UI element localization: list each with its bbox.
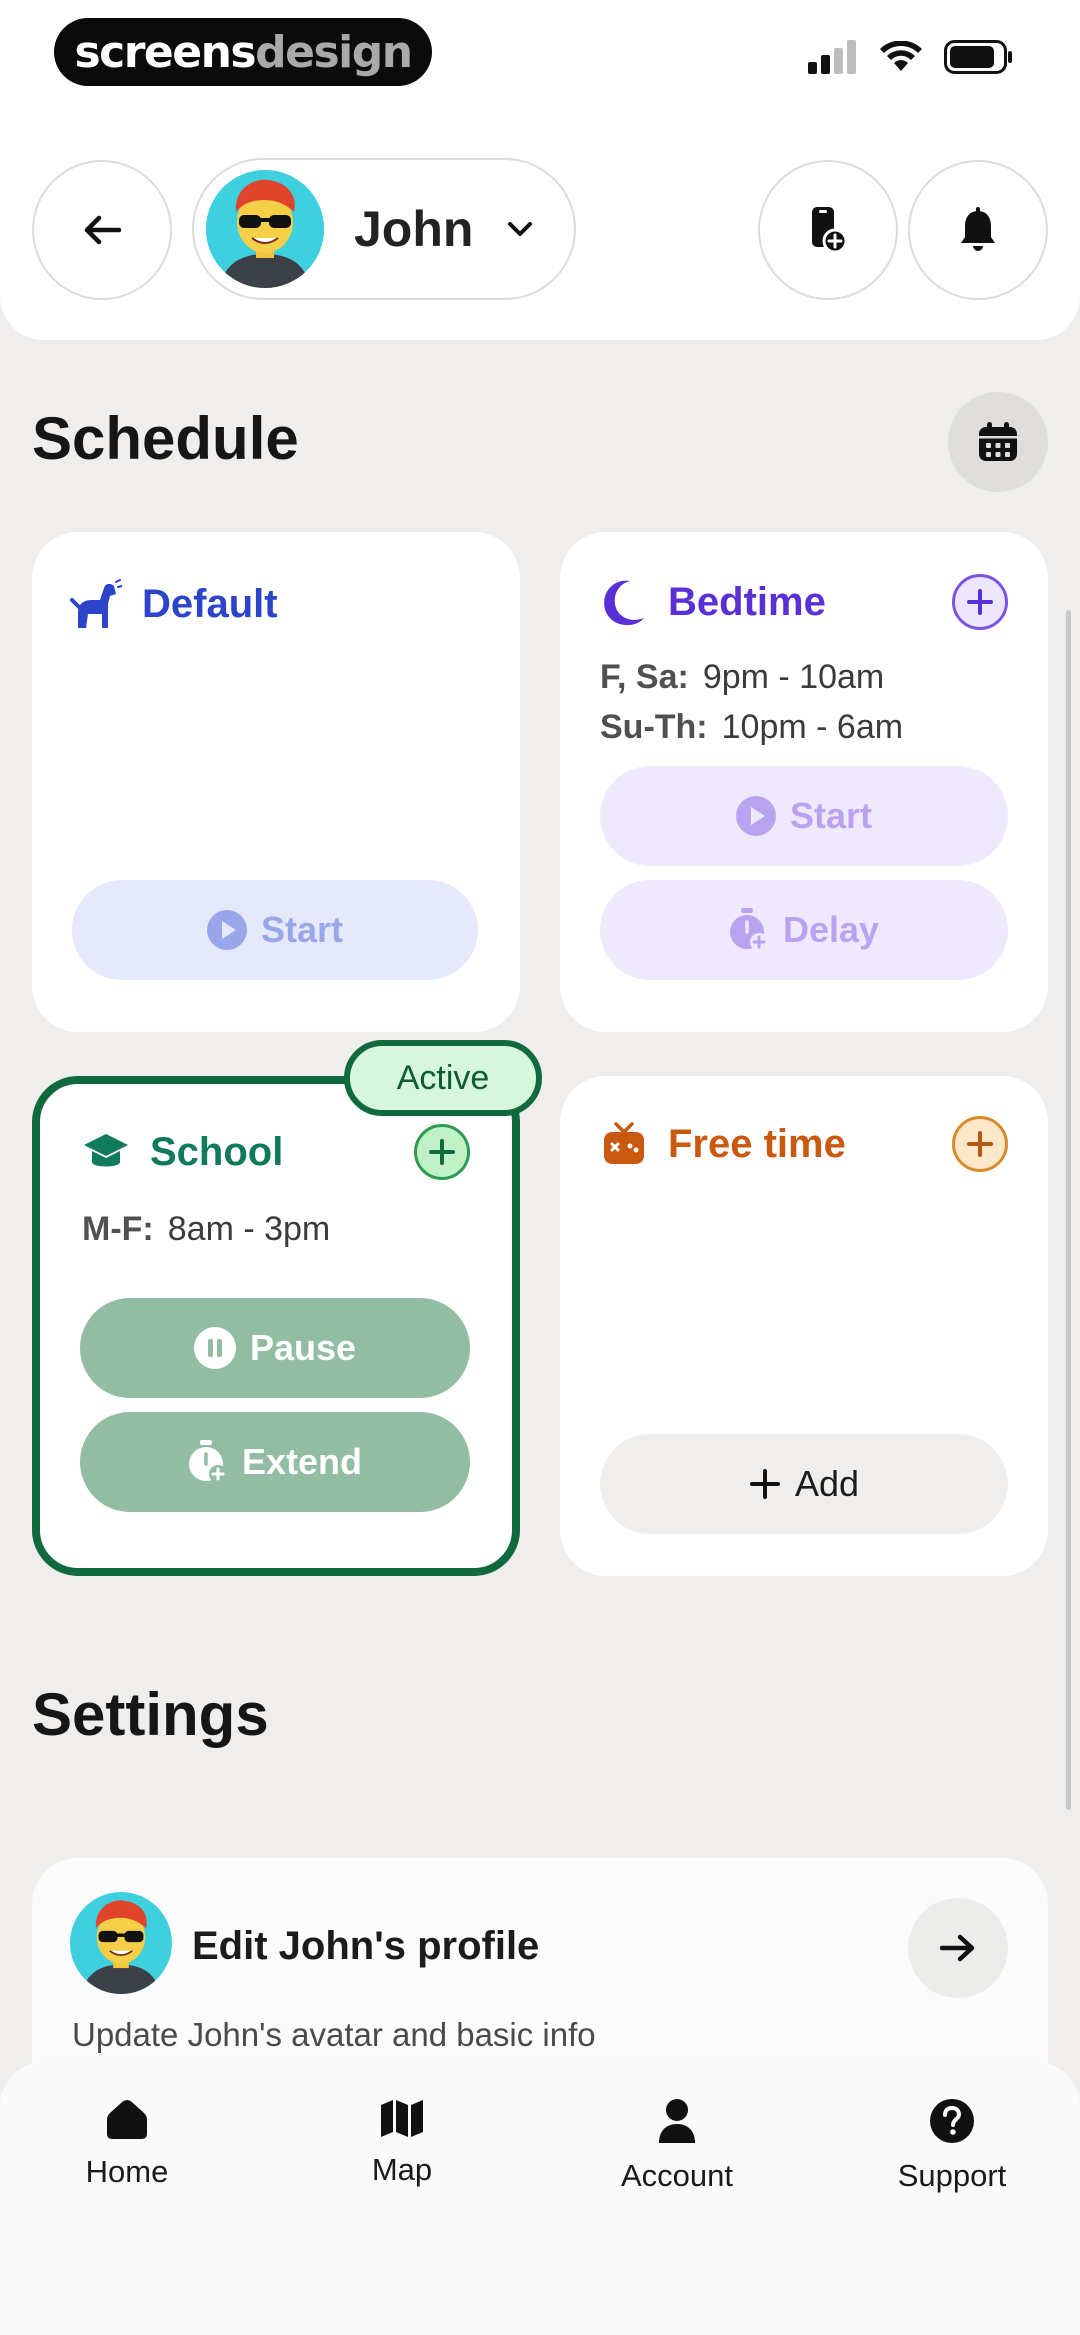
calendar-button[interactable]: [948, 392, 1048, 492]
child-avatar-icon: [70, 1892, 172, 1994]
card-school-header: School: [82, 1128, 283, 1176]
arrow-left-icon: [84, 215, 121, 245]
calendar-icon: [979, 422, 1017, 461]
home-icon: [107, 2100, 147, 2139]
freetime-add-button[interactable]: [952, 1116, 1008, 1172]
plus-icon: [749, 1469, 780, 1499]
edit-profile-arrow-button[interactable]: [908, 1898, 1008, 1998]
card-default-title: Default: [142, 581, 278, 626]
map-icon: [381, 2100, 423, 2137]
bedtime-time-2: 10pm - 6am: [721, 708, 904, 746]
gamepad-icon: [604, 1122, 644, 1164]
timer-add-icon: [729, 908, 768, 951]
bedtime-add-button[interactable]: [952, 574, 1008, 630]
dog-icon: [70, 579, 122, 628]
edit-profile-subtitle: Update John's avatar and basic info: [72, 2016, 596, 2053]
freetime-add-schedule-button[interactable]: Add: [600, 1434, 1008, 1534]
school-pause-label: Pause: [249, 1327, 357, 1368]
plus-icon: [967, 1131, 993, 1157]
card-school-title: School: [150, 1129, 284, 1174]
plus-icon: [967, 589, 993, 615]
bedtime-delay-label: Delay: [782, 909, 880, 950]
child-name: John: [354, 201, 474, 257]
add-device-button[interactable]: [758, 160, 898, 300]
timer-add-icon: [188, 1440, 227, 1483]
wifi-icon: [880, 41, 922, 71]
scrollbar[interactable]: [1066, 610, 1071, 1810]
tab-support-label: Support: [897, 2158, 1007, 2193]
tab-map-label: Map: [371, 2152, 433, 2187]
school-extend-button[interactable]: Extend: [80, 1412, 470, 1512]
bedtime-schedule-line-2: Su-Th: 10pm - 6am: [600, 708, 903, 747]
support-icon: [930, 2099, 974, 2143]
default-start-label: Start: [260, 909, 344, 950]
bell-icon: [961, 207, 995, 251]
signal-icon: [808, 40, 856, 74]
plus-icon: [429, 1139, 455, 1165]
bedtime-schedule-line-1: F, Sa: 9pm - 10am: [600, 658, 884, 697]
bedtime-days-1: F, Sa:: [600, 658, 689, 696]
child-avatar-icon: [206, 170, 324, 288]
pause-icon: [193, 1327, 236, 1369]
bedtime-days-2: Su-Th:: [600, 708, 708, 746]
tab-home[interactable]: Home: [27, 2098, 227, 2190]
tab-support[interactable]: Support: [852, 2098, 1052, 2194]
avatar: [206, 170, 324, 288]
schedule-heading: Schedule: [32, 405, 299, 472]
tab-home-label: Home: [85, 2154, 169, 2189]
school-days-1: M-F:: [82, 1210, 154, 1248]
default-start-button[interactable]: Start: [72, 880, 478, 980]
school-add-button[interactable]: [414, 1124, 470, 1180]
play-icon: [206, 910, 247, 950]
card-freetime-title: Free time: [668, 1121, 846, 1166]
screensdesign-logo: screens design: [54, 18, 432, 86]
back-button[interactable]: [32, 160, 172, 300]
card-freetime-header: Free time: [600, 1120, 846, 1168]
card-default-header: Default: [70, 578, 278, 630]
graduation-cap-icon: [84, 1134, 128, 1167]
tab-account[interactable]: Account: [577, 2098, 777, 2194]
status-bar: [808, 40, 1014, 74]
chevron-down-icon: [508, 222, 533, 236]
avatar: [70, 1892, 172, 1994]
child-selector[interactable]: John: [192, 158, 576, 300]
bedtime-time-1: 9pm - 10am: [702, 658, 885, 696]
tab-map[interactable]: Map: [302, 2098, 502, 2188]
school-extend-label: Extend: [241, 1441, 363, 1482]
bedtime-start-label: Start: [789, 795, 873, 836]
notifications-button[interactable]: [908, 160, 1048, 300]
card-bedtime-header: Bedtime: [600, 578, 826, 626]
school-time-1: 8am - 3pm: [167, 1210, 331, 1248]
bedtime-start-button[interactable]: Start: [600, 766, 1008, 866]
tab-account-label: Account: [620, 2158, 733, 2193]
active-badge: Active: [344, 1040, 542, 1116]
logo-text-part1: screens: [74, 26, 256, 78]
bedtime-delay-button[interactable]: Delay: [600, 880, 1008, 980]
account-icon: [659, 2099, 695, 2143]
battery-icon: [944, 40, 1012, 74]
moon-icon: [604, 580, 644, 626]
school-schedule-line-1: M-F: 8am - 3pm: [82, 1210, 330, 1249]
freetime-add-label: Add: [794, 1463, 860, 1504]
settings-heading: Settings: [32, 1681, 269, 1748]
play-icon: [735, 796, 776, 836]
arrow-right-icon: [940, 1934, 975, 1962]
logo-text-part2: design: [255, 26, 413, 78]
card-bedtime-title: Bedtime: [668, 579, 826, 624]
phone-add-icon: [812, 207, 848, 254]
school-pause-button[interactable]: Pause: [80, 1298, 470, 1398]
edit-profile-title: Edit John's profile: [192, 1924, 540, 1968]
